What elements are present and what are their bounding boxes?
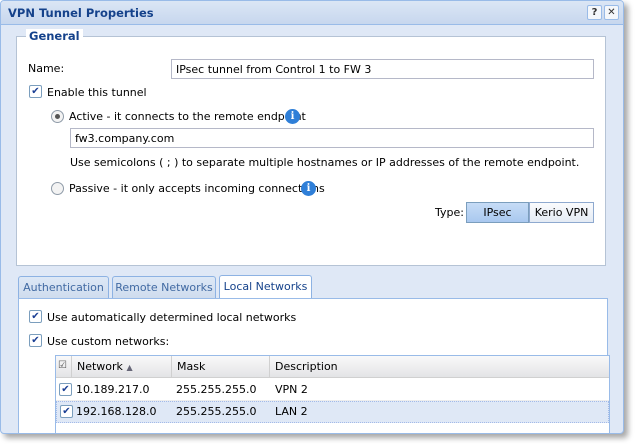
column-network-label: Network (77, 360, 123, 373)
dialog-body: General Name: IPsec tunnel from Control … (6, 27, 619, 433)
name-label: Name: (28, 62, 65, 75)
networks-grid: ☑ Network ▲ Mask Description ✔ 10.189.21… (55, 355, 610, 433)
close-icon[interactable]: ✕ (604, 5, 619, 20)
tab-authentication[interactable]: Authentication (18, 276, 109, 298)
title-bar[interactable]: VPN Tunnel Properties ? ✕ (1, 1, 623, 25)
row-network: 192.168.128.0 (76, 405, 157, 418)
info-icon[interactable]: i (301, 181, 316, 196)
auto-networks-checkbox[interactable]: ✔ (29, 310, 42, 323)
row-network: 10.189.217.0 (76, 383, 150, 396)
type-label: Type: (435, 206, 464, 219)
custom-networks-checkbox[interactable]: ✔ (29, 334, 42, 347)
passive-label: Passive - it only accepts incoming conne… (69, 182, 325, 195)
vpn-tunnel-properties-dialog: VPN Tunnel Properties ? ✕ General Name: … (0, 0, 624, 434)
type-kerio-vpn-button[interactable]: Kerio VPN (529, 202, 594, 223)
general-legend: General (26, 29, 83, 43)
auto-networks-label: Use automatically determined local netwo… (47, 311, 297, 324)
type-ipsec-button[interactable]: IPsec (466, 202, 529, 223)
enable-tunnel-checkbox[interactable]: ✔ (29, 85, 42, 98)
row-description: VPN 2 (275, 383, 308, 396)
select-all-checkbox[interactable]: ☑ (56, 356, 72, 378)
row-mask: 255.255.255.0 (176, 405, 257, 418)
name-input[interactable]: IPsec tunnel from Control 1 to FW 3 (171, 59, 594, 79)
help-icon[interactable]: ? (587, 5, 602, 20)
passive-radio[interactable] (51, 182, 64, 195)
active-radio[interactable] (51, 110, 64, 123)
window-title: VPN Tunnel Properties (8, 6, 154, 20)
table-row[interactable]: ✔ 10.189.217.0 255.255.255.0 VPN 2 (56, 379, 609, 401)
tab-remote-networks[interactable]: Remote Networks (112, 276, 216, 298)
enable-tunnel-label: Enable this tunnel (47, 86, 147, 99)
row-mask: 255.255.255.0 (176, 383, 257, 396)
local-networks-panel: ✔ Use automatically determined local net… (18, 298, 610, 433)
column-description[interactable]: Description (270, 356, 609, 378)
row-description: LAN 2 (275, 405, 308, 418)
active-label: Active - it connects to the remote endpo… (69, 110, 306, 123)
info-icon[interactable]: i (285, 109, 300, 124)
tab-local-networks[interactable]: Local Networks (219, 275, 312, 299)
column-mask[interactable]: Mask (172, 356, 270, 378)
row-checkbox[interactable]: ✔ (59, 383, 72, 396)
general-fieldset: General Name: IPsec tunnel from Control … (16, 29, 606, 266)
endpoint-hint: Use semicolons ( ; ) to separate multipl… (70, 156, 580, 169)
row-checkbox[interactable]: ✔ (60, 405, 73, 418)
custom-networks-label: Use custom networks: (47, 335, 170, 348)
sort-ascending-icon: ▲ (126, 363, 133, 372)
remote-endpoint-input[interactable]: fw3.company.com (70, 128, 594, 148)
grid-header: ☑ Network ▲ Mask Description (56, 356, 609, 378)
table-row[interactable]: ✔ 192.168.128.0 255.255.255.0 LAN 2 (56, 401, 609, 423)
column-network[interactable]: Network ▲ (72, 356, 172, 378)
